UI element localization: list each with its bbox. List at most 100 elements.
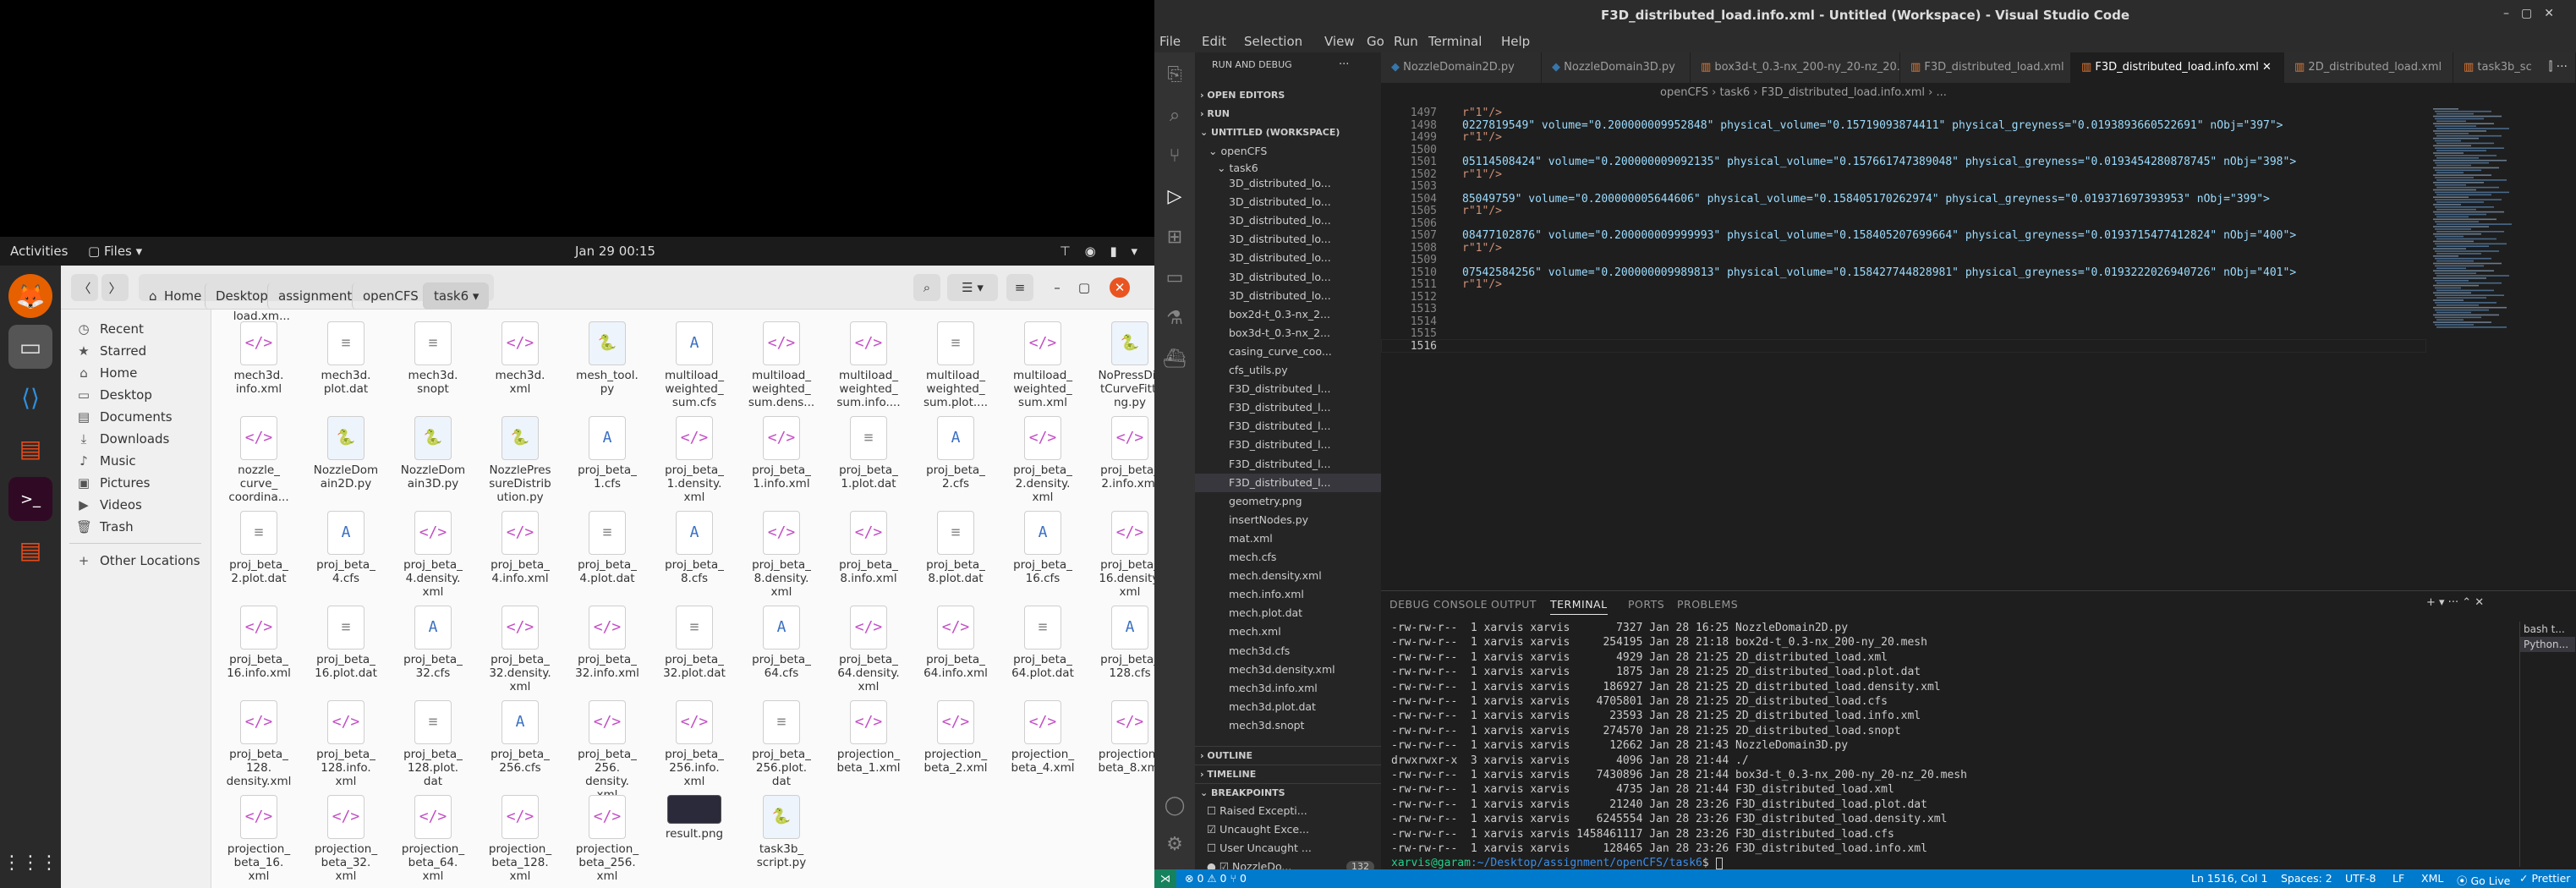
file-item[interactable]: 🐍 NozzlePres sureDistrib ution.py	[480, 416, 561, 504]
code-line[interactable]: 08477102876" volume="0.200000009999993" …	[1462, 229, 2296, 242]
explorer-file[interactable]: F3D_distributed_l...	[1195, 473, 1381, 492]
problems-indicator[interactable]: ⊗ 0 ⚠ 0 ⑂ 0	[1185, 872, 1247, 885]
remote-explorer-icon[interactable]: ▭	[1163, 267, 1187, 291]
code-editor[interactable]: 1497 r"1"/> 1498 0227819549" volume="0.2000…	[1381, 103, 2576, 590]
panel-tab-problems[interactable]: PROBLEMS	[1677, 598, 1738, 611]
explorer-file[interactable]: geometry.png	[1195, 492, 1381, 511]
explorer-file[interactable]: 3D_distributed_lo...	[1195, 287, 1381, 305]
explorer-file[interactable]: cfs_utils.py	[1195, 361, 1381, 380]
sidebar-item-pictures[interactable]: ▣ Pictures	[76, 475, 151, 491]
sidebar-item-starred[interactable]: ★ Starred	[76, 343, 146, 359]
tab-nozzledomain3d-py[interactable]: ◆ NozzleDomain3D.py	[1542, 52, 1691, 83]
explorer-file[interactable]: 3D_distributed_lo...	[1195, 211, 1381, 230]
panel-tab-output[interactable]: OUTPUT	[1491, 598, 1537, 611]
file-item[interactable]: Aproj_beta_ 32.cfs	[392, 606, 474, 680]
close-icon[interactable]: ✕	[1110, 277, 1130, 298]
search-icon[interactable]: ⌕	[913, 274, 940, 301]
explorer-file[interactable]: insertNodes.py	[1195, 511, 1381, 529]
prettier-status[interactable]: ✓ Prettier	[2519, 872, 2570, 885]
file-item[interactable]: ≡ proj_beta_ 256.plot. dat	[741, 700, 822, 788]
file-item[interactable]: </>proj_beta_ 16.density. xml	[1089, 511, 1154, 599]
file-item[interactable]: </> projection_ beta_128. xml	[480, 795, 561, 883]
minimap[interactable]	[2428, 103, 2523, 577]
menu-selection[interactable]: Selection	[1244, 34, 1302, 49]
extensions-icon[interactable]: ⊞	[1163, 227, 1187, 250]
code-line[interactable]: r"1"/>	[1462, 131, 1502, 144]
file-item[interactable]: ≡ proj_beta_ 1.plot.dat	[828, 416, 909, 491]
file-item[interactable]: 🐍NoPressDis tCurveFitti ng.py	[1089, 321, 1154, 409]
explorer-file[interactable]: mech3d.cfs	[1195, 642, 1381, 661]
file-item[interactable]: 🐍 mesh_tool. py	[567, 321, 648, 396]
file-item[interactable]: </> proj_beta_ 1.info.xml	[741, 416, 822, 491]
code-line[interactable]: 07542584256" volume="0.200000009989813" …	[1462, 266, 2296, 279]
system-tray[interactable]: ⊤ ◉ ▮ ▾	[1060, 244, 1143, 259]
sidebar-item-other-locations[interactable]: + Other Locations	[76, 553, 200, 568]
file-item[interactable]: </> proj_beta_ 64.density. xml	[828, 606, 909, 693]
breadcrumb-task6[interactable]: task6 ▾	[423, 282, 490, 310]
terminal-instance[interactable]: Python...	[2520, 637, 2575, 652]
file-item[interactable]: </> proj_beta_ 8.density. xml	[741, 511, 822, 599]
explorer-file[interactable]: box3d-t_0.3-nx_2...	[1195, 324, 1381, 343]
file-item[interactable]: </> proj_beta_ 128.info. xml	[305, 700, 386, 788]
breadcrumb-opencfs[interactable]: openCFS	[352, 282, 429, 310]
menu-run[interactable]: Run	[1394, 34, 1418, 49]
file-item[interactable]: </> proj_beta_ 16.info.xml	[218, 606, 299, 680]
file-item[interactable]: </> mech3d. info.xml	[218, 321, 299, 396]
file-item[interactable]: </> proj_beta_ 4.density. xml	[392, 511, 474, 599]
tab-2d-distributed-load-xml[interactable]: ▥ 2D_distributed_load.xml	[2284, 52, 2453, 83]
outline-section[interactable]: › OUTLINE	[1195, 746, 1381, 765]
file-item[interactable]: </> multiload_ weighted_ sum.dens...	[741, 321, 822, 409]
explorer-file[interactable]: mech3d.snopt	[1195, 716, 1381, 735]
file-item[interactable]: </> mech3d. xml	[480, 321, 561, 396]
window-controls[interactable]: –▢✕	[2503, 7, 2566, 20]
file-item[interactable]: 🐍 NozzleDom ain2D.py	[305, 416, 386, 491]
testing-icon[interactable]: ⚗	[1163, 308, 1187, 332]
menu-edit[interactable]: Edit	[1202, 34, 1226, 49]
explorer-file[interactable]: mech.cfs	[1195, 548, 1381, 567]
explorer-file[interactable]: mech3d.density.xml	[1195, 661, 1381, 679]
code-line[interactable]: r"1"/>	[1462, 107, 1502, 119]
file-item[interactable]: ≡ proj_beta_ 8.plot.dat	[915, 511, 996, 585]
explorer-file[interactable]: mech3d.info.xml	[1195, 679, 1381, 698]
code-line[interactable]: r"1"/>	[1462, 278, 1502, 291]
file-item[interactable]: Aproj_beta_ 4.cfs	[305, 511, 386, 585]
explorer-file[interactable]: mech.plot.dat	[1195, 604, 1381, 622]
explorer-file[interactable]: F3D_distributed_l...	[1195, 398, 1381, 417]
explorer-file[interactable]: F3D_distributed_l...	[1195, 455, 1381, 474]
activities-button[interactable]: Activities	[10, 244, 68, 259]
eol[interactable]: LF	[2392, 872, 2404, 885]
explorer-file[interactable]: casing_curve_coo...	[1195, 343, 1381, 361]
file-item[interactable]: ≡ proj_beta_ 4.plot.dat	[567, 511, 648, 585]
sidebar-item-recent[interactable]: ◷ Recent	[76, 321, 143, 337]
terminal-instance[interactable]: bash t...	[2520, 622, 2575, 637]
file-item[interactable]: </> proj_beta_ 4.info.xml	[480, 511, 561, 585]
remote-indicator-icon[interactable]: ⋊	[1154, 869, 1176, 888]
timeline-section[interactable]: › TIMELINE	[1195, 765, 1381, 783]
file-item[interactable]: </> multiload_ weighted_ sum.xml	[1002, 321, 1083, 409]
file-item[interactable]: </> proj_beta_ 256.info. xml	[654, 700, 735, 788]
explorer-file[interactable]: F3D_distributed_l...	[1195, 436, 1381, 454]
vscode-icon[interactable]: ⟨⟩	[8, 375, 52, 419]
sidebar-item-home[interactable]: ⌂ Home	[76, 365, 137, 381]
explorer-file[interactable]: mech.info.xml	[1195, 585, 1381, 604]
explorer-file[interactable]: 3D_distributed_lo...	[1195, 193, 1381, 211]
explorer-file[interactable]: 3D_distributed_lo...	[1195, 249, 1381, 267]
explorer-file[interactable]: mech.xml	[1195, 622, 1381, 641]
file-item[interactable]: </> proj_beta_ 256. density. xml	[567, 700, 648, 802]
file-item[interactable]: Aproj_beta_ 256.cfs	[480, 700, 561, 775]
file-item[interactable]: </> projection_ beta_64. xml	[392, 795, 474, 883]
run-debug-icon[interactable]: ▷	[1163, 186, 1187, 210]
file-item[interactable]: </> projection_ beta_1.xml	[828, 700, 909, 775]
menu-view[interactable]: View	[1324, 34, 1355, 49]
file-item[interactable]: </> proj_beta_ 1.density. xml	[654, 416, 735, 504]
file-item[interactable]: </> proj_beta_ 2.info.xml	[1089, 416, 1154, 491]
breakpoint-item[interactable]: ☐ Raised Excepti...	[1195, 802, 1381, 820]
explorer-file[interactable]: mech.density.xml	[1195, 567, 1381, 585]
view-toggle-button[interactable]: ☰ ▾	[947, 274, 998, 301]
source-control-icon[interactable]: ⑂	[1163, 145, 1187, 169]
code-line[interactable]: 05114508424" volume="0.200000009092135" …	[1462, 156, 2296, 168]
file-item[interactable]: Aproj_beta_ 2.cfs	[915, 416, 996, 491]
file-item[interactable]: </> projection_ beta_16. xml	[218, 795, 299, 883]
tab-f3d-distributed-load-info-xml[interactable]: ▥ F3D_distributed_load.info.xml ✕	[2071, 52, 2284, 83]
explorer-file[interactable]: 3D_distributed_lo...	[1195, 230, 1381, 249]
